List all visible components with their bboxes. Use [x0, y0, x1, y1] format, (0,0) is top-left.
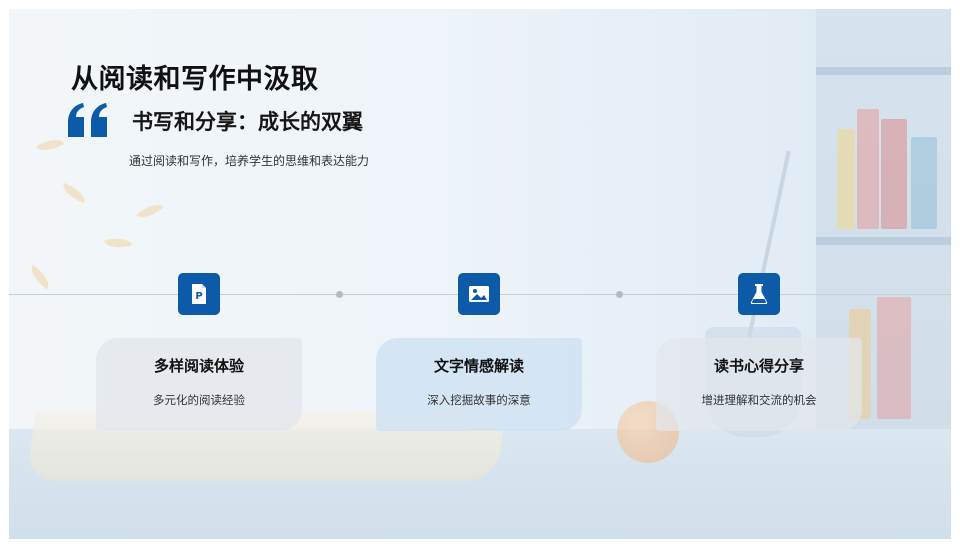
timeline-dot	[616, 291, 623, 298]
leaf-decoration	[35, 133, 65, 157]
book	[881, 119, 907, 229]
book	[877, 297, 911, 419]
slide-title: 从阅读和写作中汲取	[71, 64, 319, 95]
svg-text:P: P	[195, 291, 202, 302]
document-p-icon: P	[192, 284, 206, 304]
book	[911, 137, 937, 229]
card-title: 多样阅读体验	[153, 357, 244, 375]
flask-icon	[750, 284, 768, 304]
card-title: 文字情感解读	[433, 357, 524, 375]
card-text: 深入挖掘故事的深意	[427, 393, 531, 407]
card-text: 增进理解和交流的机会	[701, 393, 817, 407]
card-text: 多元化的阅读经验	[153, 393, 245, 407]
leaf-decoration	[25, 264, 55, 290]
book	[837, 129, 855, 229]
timeline-node-1: P	[178, 273, 220, 315]
leaf-decoration	[136, 198, 164, 224]
timeline-card-1: 多样阅读体验 多元化的阅读经验	[96, 338, 302, 431]
shelf-board	[816, 67, 951, 75]
slide-description: 通过阅读和写作，培养学生的思维和表达能力	[129, 154, 370, 168]
quote-icon	[68, 103, 107, 137]
shelf-board	[816, 237, 951, 245]
timeline-card-3: 读书心得分享 增进理解和交流的机会	[656, 338, 862, 431]
book	[857, 109, 879, 229]
card-title: 读书心得分享	[713, 357, 804, 375]
timeline-node-3	[738, 273, 780, 315]
timeline-node-2	[458, 273, 500, 315]
slide-subtitle: 书写和分享：成长的双翼	[132, 110, 363, 134]
leaf-decoration	[59, 182, 89, 204]
leaf-decoration	[103, 233, 133, 253]
timeline-card-2: 文字情感解读 深入挖掘故事的深意	[376, 338, 582, 431]
timeline-dot	[336, 291, 343, 298]
slide: 从阅读和写作中汲取 书写和分享：成长的双翼 通过阅读和写作，培养学生的思维和表达…	[9, 9, 951, 539]
image-icon	[469, 286, 489, 302]
